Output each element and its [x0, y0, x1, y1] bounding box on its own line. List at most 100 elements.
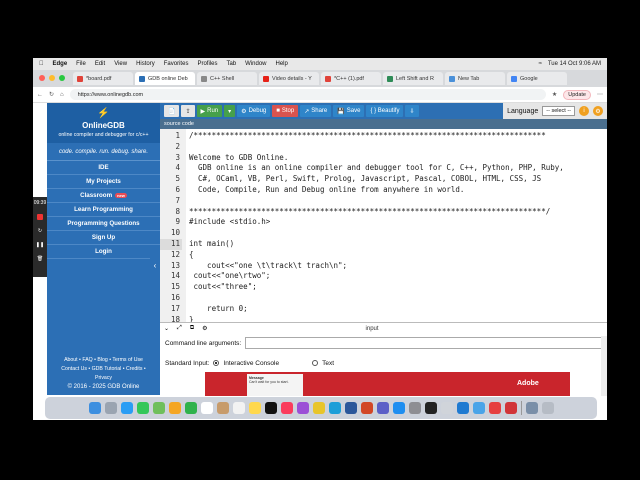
menu-tab[interactable]: Tab [226, 61, 236, 67]
app-icon[interactable] [504, 402, 517, 414]
menu-history[interactable]: History [136, 61, 155, 67]
code-line[interactable]: 7 [160, 196, 607, 207]
photos-icon[interactable] [168, 402, 181, 414]
reminders-icon[interactable] [232, 402, 245, 414]
minimize-window-button[interactable] [49, 75, 55, 81]
menu-file[interactable]: File [76, 61, 86, 67]
stop-button[interactable]: ■ Stop [272, 105, 299, 117]
url-input[interactable]: https://www.onlinegdb.com [69, 89, 546, 100]
menu-favorites[interactable]: Favorites [164, 61, 189, 67]
tab-board-pdf[interactable]: *board.pdf [73, 72, 133, 85]
code-line[interactable]: 6 Code, Compile, Run and Debug online fr… [160, 185, 607, 196]
upload-button[interactable]: ⇪ [181, 105, 195, 117]
beautify-button[interactable]: { } Beautify [366, 105, 404, 117]
expand-io-icon[interactable]: ⤢ [177, 325, 182, 332]
code-line[interactable]: 16 [160, 293, 607, 304]
logo[interactable]: ⚡ OnlineGDB online compiler and debugger… [47, 103, 160, 143]
code-line[interactable]: 11 int main() [160, 239, 607, 250]
podcasts-icon[interactable] [296, 402, 309, 414]
maps-icon[interactable] [152, 402, 165, 414]
cmd-args-input[interactable] [245, 337, 605, 349]
footer-links-3[interactable]: Privacy [47, 374, 160, 383]
advertisement-banner[interactable]: Message Can't wait for you to start. Ado… [205, 372, 570, 396]
clock[interactable]: Tue 14 Oct 9:06 AM [548, 61, 601, 67]
chrome-icon[interactable] [312, 402, 325, 414]
settings-icon[interactable]: ⚙ [593, 106, 603, 116]
menu-window[interactable]: Window [245, 61, 266, 67]
notes-icon[interactable] [248, 402, 261, 414]
sidebar-item-ide[interactable]: IDE [47, 161, 160, 175]
code-line[interactable]: 10 [160, 228, 607, 239]
code-line[interactable]: 2 [160, 142, 607, 153]
collapse-sidebar-button[interactable]: ‹ [150, 249, 160, 281]
download-button[interactable]: ⇩ [405, 105, 419, 117]
record-icon[interactable] [37, 214, 43, 220]
safari-icon[interactable] [120, 402, 133, 414]
sidebar-item-login[interactable]: Login [47, 245, 160, 259]
code-editor[interactable]: 1 /**************************************… [160, 129, 607, 324]
code-line[interactable]: 12 { [160, 250, 607, 261]
music-icon[interactable] [280, 402, 293, 414]
wifi-icon[interactable]: ≈ [539, 61, 542, 67]
code-line[interactable]: 17 return 0; [160, 304, 607, 315]
trash-icon[interactable]: 🗑 [37, 256, 43, 262]
new-file-button[interactable]: 📄 [164, 105, 180, 117]
launchpad-icon[interactable] [104, 402, 117, 414]
word-icon[interactable] [344, 402, 357, 414]
tab-video-details[interactable]: Video details - Y [259, 72, 319, 85]
footer-links-1[interactable]: About • FAQ • Blog • Terms of Use [47, 356, 160, 365]
tv-icon[interactable] [264, 402, 277, 414]
powerpoint-icon[interactable] [360, 402, 373, 414]
gear-icon[interactable]: ⚙ [202, 325, 207, 332]
save-button[interactable]: 💾 Save [333, 105, 365, 117]
code-line[interactable]: 3 Welcome to GDB Online. [160, 153, 607, 164]
sidebar-item-sign-up[interactable]: Sign Up [47, 231, 160, 245]
calendar-icon[interactable] [200, 402, 213, 414]
contacts-icon[interactable] [216, 402, 229, 414]
text-radio[interactable] [312, 360, 319, 366]
restart-icon[interactable]: ↻ [38, 228, 42, 234]
teams-icon[interactable] [376, 402, 389, 414]
tab-cpp-shell[interactable]: C++ Shell [197, 72, 257, 85]
back-icon[interactable]: ← [37, 92, 43, 98]
pause-icon[interactable]: ❚❚ [36, 242, 44, 248]
close-window-button[interactable] [39, 75, 45, 81]
code-line[interactable]: 13 cout<<"one \t\track\t trach\n"; [160, 261, 607, 272]
finder-icon[interactable] [88, 402, 101, 414]
code-line[interactable]: 1 /**************************************… [160, 131, 607, 142]
extensions-icon[interactable]: ★ [552, 91, 557, 98]
tab-gdb-online[interactable]: GDB online Deb [135, 72, 195, 85]
home-icon[interactable]: ⌂ [60, 92, 64, 98]
info-icon[interactable]: i [579, 106, 589, 116]
code-line[interactable]: 15 cout<<"three"; [160, 282, 607, 293]
messages-icon[interactable] [136, 402, 149, 414]
code-line[interactable]: 4 GDB online is an online compiler and d… [160, 163, 607, 174]
facetime-icon[interactable] [184, 402, 197, 414]
preview-icon[interactable] [440, 402, 453, 414]
menu-help[interactable]: Help [276, 61, 288, 67]
tab-cpp-pdf[interactable]: *C++ (1).pdf [321, 72, 381, 85]
zoom-window-button[interactable] [59, 75, 65, 81]
collapse-io-icon[interactable]: ⌄ [164, 325, 169, 332]
menu-profiles[interactable]: Profiles [197, 61, 217, 67]
terminal-icon[interactable] [424, 402, 437, 414]
appstore-icon[interactable] [392, 402, 405, 414]
tab-new-tab[interactable]: New Tab [445, 72, 505, 85]
sidebar-item-my-projects[interactable]: My Projects [47, 175, 160, 189]
code-line[interactable]: 14 cout<<"one\rtwo"; [160, 271, 607, 282]
edge-icon[interactable] [328, 402, 341, 414]
menu-edit[interactable]: Edit [95, 61, 105, 67]
menu-edge[interactable]: Edge [53, 61, 68, 67]
copy-icon[interactable]: ⧉ [190, 325, 194, 332]
recorder-app-icon[interactable] [488, 402, 501, 414]
sidebar-item-learn-programming[interactable]: Learn Programming [47, 203, 160, 217]
trash-bin-icon[interactable] [541, 402, 554, 414]
code-line[interactable]: 9 #include <stdio.h> [160, 217, 607, 228]
sidebar-item-classroom[interactable]: Classroom new [47, 189, 160, 203]
update-button[interactable]: Update [563, 89, 591, 100]
tab-left-shift[interactable]: Left Shift and R [383, 72, 443, 85]
run-options-button[interactable]: ▾ [224, 105, 236, 117]
refresh-icon[interactable]: ↻ [49, 91, 54, 98]
code-line[interactable]: 5 C#, OCaml, VB, Perl, Swift, Prolog, Ja… [160, 174, 607, 185]
keynote-icon[interactable] [472, 402, 485, 414]
